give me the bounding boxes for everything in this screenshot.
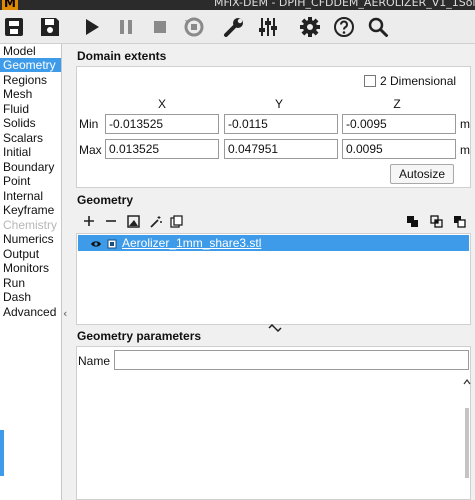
- max-label: Max: [79, 143, 102, 157]
- new-project-button[interactable]: [2, 15, 26, 39]
- remove-geometry-button[interactable]: [104, 216, 118, 230]
- settings-button[interactable]: [298, 15, 322, 39]
- name-input[interactable]: [114, 350, 469, 370]
- copy-geometry-button[interactable]: [169, 214, 183, 232]
- remove-icon: [105, 215, 117, 231]
- title-bar: M MFiX-DEM - DPIH_CFDDEM_AEROLIZER_V1_1S…: [0, 0, 475, 10]
- play-icon: [84, 18, 100, 36]
- checkbox-box[interactable]: [364, 75, 376, 87]
- nav-item-output[interactable]: Output: [3, 247, 39, 261]
- nav-item-chemistry: Chemistry: [3, 218, 58, 232]
- nav-item-point[interactable]: Point: [3, 174, 30, 188]
- pause-icon: [118, 18, 134, 36]
- help-button[interactable]: [332, 15, 356, 39]
- intersect-button[interactable]: [429, 214, 443, 232]
- domain-extents-title: Domain extents: [77, 49, 167, 63]
- sliders-icon: [257, 16, 279, 38]
- nav-item-run[interactable]: Run: [3, 276, 25, 290]
- main-panel: Domain extents 2 Dimensional X Y Z Min -…: [72, 44, 475, 500]
- geometry-tree: Aerolizer_1mm_share3.stl: [76, 233, 471, 325]
- splitter-handle-icon[interactable]: [267, 321, 283, 333]
- filter-geometry-button[interactable]: [126, 214, 140, 232]
- window-title: MFiX-DEM - DPIH_CFDDEM_AEROLIZER_V1_1Sol…: [214, 0, 475, 9]
- save-button[interactable]: [38, 15, 62, 39]
- nav-item-geometry[interactable]: Geometry: [0, 58, 61, 72]
- nav-item-model[interactable]: Model: [3, 44, 36, 58]
- nav-item-advanced[interactable]: Advanced: [3, 305, 56, 319]
- difference-button[interactable]: [452, 215, 466, 232]
- y-min-input[interactable]: -0.0115: [224, 114, 338, 134]
- geometry-item-aerolizer[interactable]: Aerolizer_1mm_share3.stl: [78, 235, 469, 251]
- filter-icon: [126, 214, 140, 232]
- reset-icon: [183, 16, 205, 38]
- union-button[interactable]: [405, 215, 419, 232]
- two-dimensional-label: 2 Dimensional: [380, 74, 457, 88]
- min-unit-label: m: [460, 117, 470, 131]
- help-icon: [333, 16, 355, 38]
- menu-icon: [4, 17, 24, 37]
- x-min-input[interactable]: -0.013525: [105, 114, 219, 134]
- add-icon: [83, 215, 95, 231]
- save-icon: [39, 16, 61, 38]
- two-dimensional-checkbox[interactable]: 2 Dimensional: [364, 74, 456, 88]
- nav-item-regions[interactable]: Regions: [3, 73, 47, 87]
- nav-item-keyframe[interactable]: Keyframe: [3, 203, 54, 217]
- reset-button[interactable]: [182, 15, 206, 39]
- navigation-pane: Model Geometry Regions Mesh Fluid Solids…: [0, 44, 62, 500]
- parameters-button[interactable]: [256, 15, 280, 39]
- nav-item-dash[interactable]: Dash: [3, 290, 31, 304]
- min-label: Min: [79, 117, 99, 131]
- axis-y-header: Y: [274, 97, 283, 111]
- run-button[interactable]: [80, 15, 104, 39]
- nav-item-numerics[interactable]: Numerics: [3, 232, 54, 246]
- wrench-icon: [223, 16, 245, 38]
- eye-icon[interactable]: [90, 238, 102, 253]
- nav-item-scalars[interactable]: Scalars: [3, 131, 43, 145]
- nav-item-boundary[interactable]: Boundary: [3, 160, 54, 174]
- autosize-button[interactable]: Autosize: [390, 164, 454, 184]
- name-label: Name: [78, 354, 111, 368]
- nav-item-initial[interactable]: Initial: [3, 145, 31, 159]
- nav-scroll-indicator[interactable]: [0, 430, 4, 476]
- nav-item-solids[interactable]: Solids: [3, 116, 36, 130]
- nav-item-monitors[interactable]: Monitors: [3, 261, 49, 275]
- stl-file-icon: [107, 238, 117, 253]
- add-geometry-button[interactable]: [82, 216, 96, 230]
- axis-z-header: Z: [393, 97, 401, 111]
- union-icon: [406, 215, 419, 232]
- vertical-scrollbar[interactable]: [463, 378, 471, 500]
- app-logo: M: [2, 0, 18, 10]
- collapse-nav-arrow-icon[interactable]: ‹: [63, 308, 71, 320]
- gear-icon: [299, 16, 321, 38]
- nav-item-fluid[interactable]: Fluid: [3, 102, 29, 116]
- z-min-input[interactable]: -0.0095: [342, 114, 456, 134]
- settings-tools-button[interactable]: [222, 15, 246, 39]
- stop-button[interactable]: [148, 15, 172, 39]
- wand-icon: [149, 215, 162, 232]
- stop-icon: [152, 19, 168, 35]
- nav-item-internal[interactable]: Internal: [3, 189, 43, 203]
- max-unit-label: m: [460, 143, 470, 157]
- nav-item-mesh[interactable]: Mesh: [3, 87, 32, 101]
- geometry-title: Geometry: [77, 193, 134, 207]
- domain-extents-group: 2 Dimensional X Y Z Min -0.013525 -0.011…: [76, 66, 471, 188]
- z-max-input[interactable]: 0.0095: [342, 139, 456, 159]
- geometry-parameters-title: Geometry parameters: [77, 329, 202, 343]
- copy-icon: [169, 214, 183, 232]
- difference-icon: [453, 215, 466, 232]
- x-max-input[interactable]: 0.013525: [105, 139, 219, 159]
- search-icon: [367, 16, 389, 38]
- main-toolbar: [0, 10, 475, 44]
- pause-button[interactable]: [114, 15, 138, 39]
- geometry-item-name: Aerolizer_1mm_share3.stl: [122, 236, 262, 250]
- intersect-icon: [429, 214, 443, 232]
- y-max-input[interactable]: 0.047951: [224, 139, 338, 159]
- wizard-button[interactable]: [148, 215, 162, 232]
- axis-x-header: X: [157, 97, 166, 111]
- search-button[interactable]: [366, 15, 390, 39]
